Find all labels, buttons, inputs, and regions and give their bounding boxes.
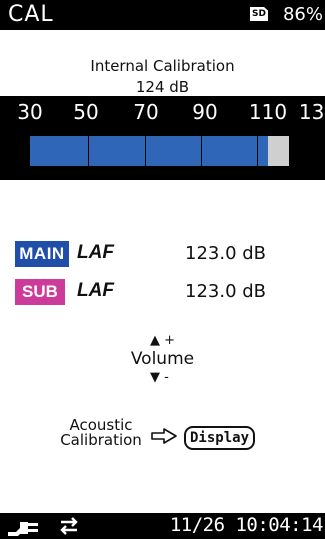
volume-up-button[interactable]: ▲ + — [150, 333, 175, 348]
level-meter: 30 50 70 90 110 130 — [0, 96, 325, 180]
volume-down-button[interactable]: ▼ - — [150, 370, 169, 385]
meter-tick-label: 70 — [133, 100, 159, 124]
meter-tick-label: 30 — [17, 100, 43, 124]
mode-title: CAL — [8, 2, 54, 27]
bottom-bar: 11/26 10:04:14 — [0, 513, 325, 539]
sub-weighting: LAF — [77, 280, 114, 301]
display-button[interactable]: Display — [184, 426, 256, 450]
meter-tick-label: 130 — [298, 100, 325, 124]
meter-divider — [201, 136, 202, 166]
arrow-right-icon — [151, 428, 177, 444]
main-badge: MAIN — [15, 241, 69, 267]
sub-measurement-row: SUB LAF 123.0 dB — [15, 279, 315, 305]
meter-divider — [257, 136, 258, 166]
meter-tick-label: 110 — [248, 100, 288, 124]
sub-badge: SUB — [15, 279, 65, 305]
sd-card-icon: SD — [250, 7, 268, 21]
meter-divider — [145, 136, 146, 166]
main-measurement-row: MAIN LAF 123.0 dB — [15, 241, 315, 267]
meter-divider — [88, 136, 89, 166]
calibration-title: Internal Calibration — [90, 57, 235, 75]
acoustic-label-line2: Calibration — [60, 431, 142, 449]
acoustic-calibration-label: Acoustic Calibration — [60, 418, 142, 448]
meter-bar-fill — [30, 136, 268, 166]
meter-bar — [30, 136, 325, 166]
meter-tick-label: 90 — [192, 100, 218, 124]
meter-bar-remaining — [268, 136, 289, 166]
plug-icon — [8, 522, 38, 536]
status-bar: CAL SD 86% — [0, 0, 325, 30]
volume-label: Volume — [130, 349, 195, 369]
calibration-level: 124 dB — [135, 78, 190, 96]
datetime: 11/26 10:04:14 — [169, 514, 324, 536]
main-value: 123.0 dB — [185, 243, 267, 264]
sync-icon — [60, 517, 78, 535]
main-weighting: LAF — [77, 242, 114, 263]
meter-tick-label: 50 — [73, 100, 99, 124]
sub-value: 123.0 dB — [185, 281, 267, 302]
battery-level: 86% — [282, 4, 323, 25]
